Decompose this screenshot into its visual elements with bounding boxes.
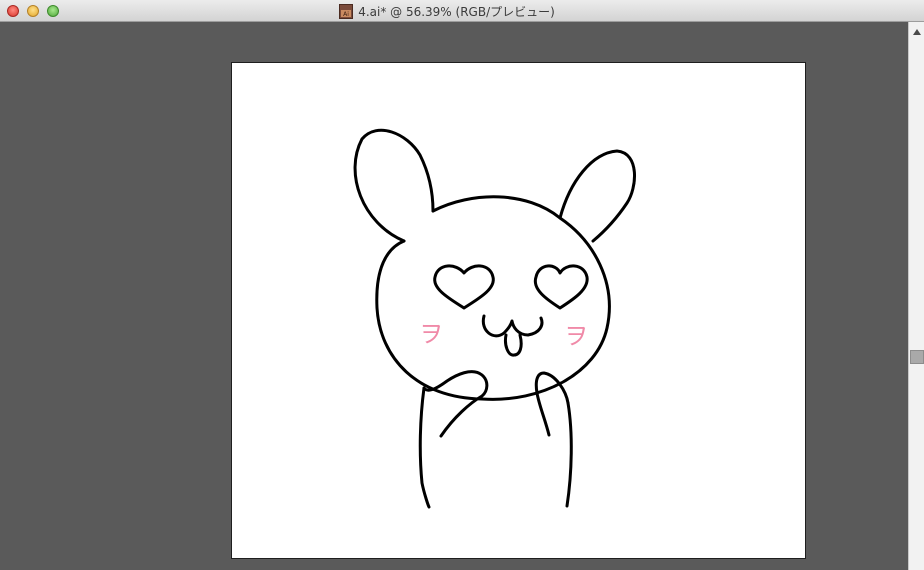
svg-text:Ai: Ai [343,11,349,18]
left-heart-eye [433,264,495,310]
rabbit-mouth [481,314,544,338]
rabbit-tongue [504,333,523,357]
illustrator-window: Ai 4.ai* @ 56.39% (RGB/プレビュー) ヲ ヲ [0,0,924,570]
window-title: 4.ai* @ 56.39% (RGB/プレビュー) [358,4,555,19]
window-title-group: Ai 4.ai* @ 56.39% (RGB/プレビュー) [0,0,924,22]
right-body-line [565,401,573,508]
chevron-up-icon[interactable] [913,29,921,35]
close-icon[interactable] [7,5,19,17]
left-blush-mark: ヲ [419,320,443,348]
left-paw [422,370,489,438]
scroll-thumb[interactable] [910,350,924,364]
left-body-line [418,386,431,509]
vertical-scrollbar[interactable] [908,22,924,570]
title-bar[interactable]: Ai 4.ai* @ 56.39% (RGB/プレビュー) [0,0,924,22]
minimize-icon[interactable] [27,5,39,17]
right-blush-mark: ヲ [564,322,588,350]
artboard[interactable]: ヲ ヲ [231,62,806,559]
zoom-icon[interactable] [47,5,59,17]
left-ear [353,128,435,243]
rabbit-illustration[interactable]: ヲ ヲ [232,63,807,560]
ai-document-icon: Ai [339,3,354,19]
right-heart-eye [533,264,589,310]
